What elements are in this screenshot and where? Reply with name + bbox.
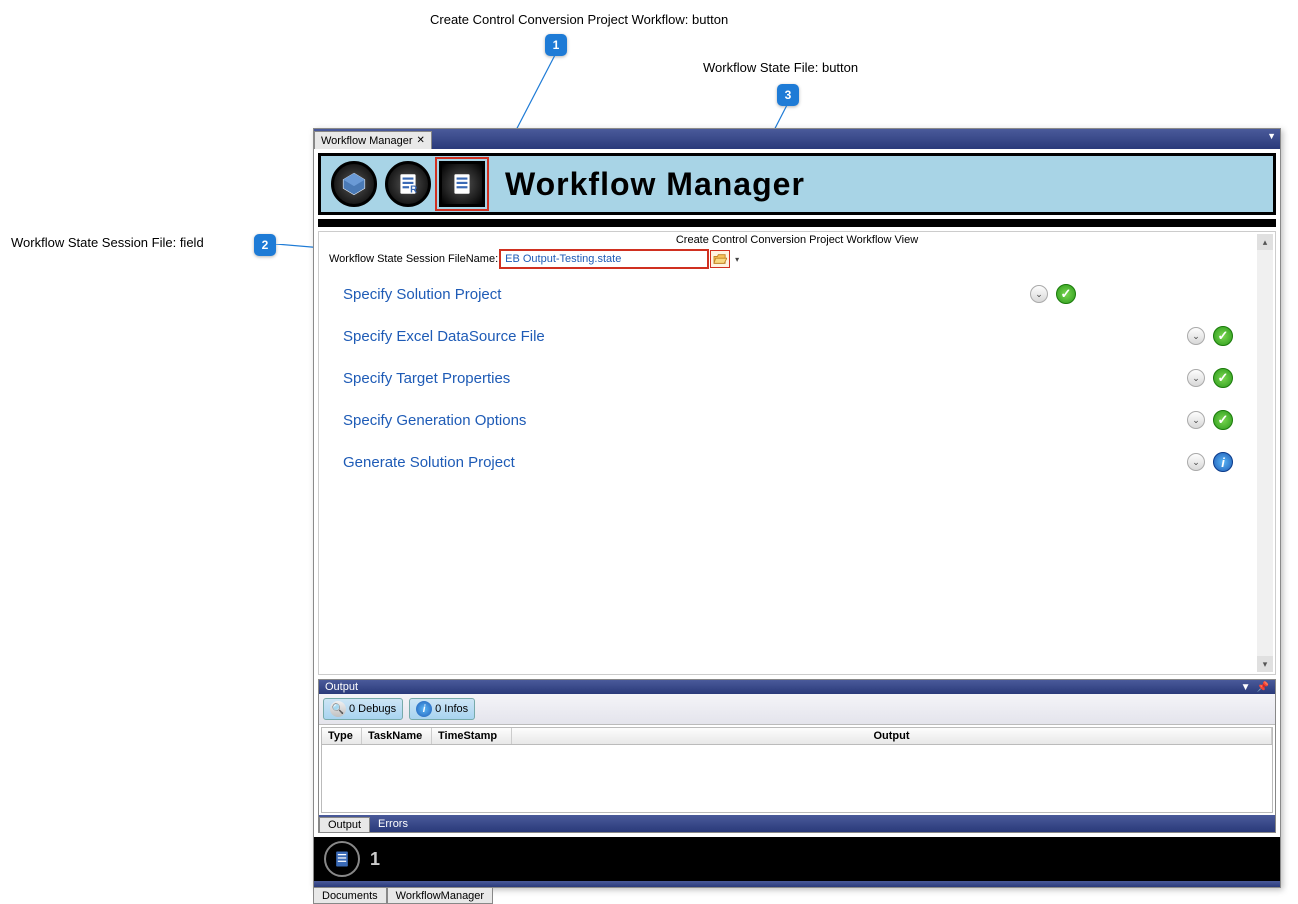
debug-icon: 🔍: [330, 701, 346, 717]
step-label[interactable]: Generate Solution Project: [343, 454, 515, 471]
chevron-down-icon[interactable]: ⌄: [1187, 369, 1205, 387]
callout-1-badge: 1: [545, 34, 567, 56]
pin-icon[interactable]: 📌: [1257, 682, 1269, 693]
tab-workflowmanager[interactable]: WorkflowManager: [387, 887, 493, 904]
tab-output[interactable]: Output: [319, 817, 370, 832]
tab-bar-dropdown-icon[interactable]: ▼: [1267, 131, 1276, 141]
output-panel-title-bar: Output ▼ 📌: [319, 680, 1275, 694]
chevron-down-icon[interactable]: ⌄: [1187, 411, 1205, 429]
step-specify-generation-options: Specify Generation Options ⌄ ✓: [343, 410, 1251, 430]
footer-bar: 1: [314, 837, 1280, 881]
col-output[interactable]: Output: [512, 728, 1272, 744]
svg-text:R: R: [410, 185, 417, 196]
step-specify-solution-project: Specify Solution Project ⌄ ✓: [343, 284, 1251, 304]
footer-document-button[interactable]: [324, 841, 360, 877]
table-header: Type TaskName TimeStamp Output: [322, 728, 1272, 745]
scroll-up-icon[interactable]: ▴: [1257, 234, 1273, 250]
col-timestamp[interactable]: TimeStamp: [432, 728, 512, 744]
chevron-down-icon[interactable]: ⌄: [1187, 453, 1205, 471]
close-icon[interactable]: ✕: [417, 135, 425, 146]
tab-documents[interactable]: Documents: [313, 887, 387, 904]
callout-2-badge: 2: [254, 234, 276, 256]
step-specify-excel-datasource: Specify Excel DataSource File ⌄ ✓: [343, 326, 1251, 346]
step-generate-solution-project: Generate Solution Project ⌄ i: [343, 452, 1251, 472]
check-icon: ✓: [1213, 410, 1233, 430]
output-table: Type TaskName TimeStamp Output: [321, 727, 1273, 813]
debugs-filter-button[interactable]: 🔍 0 Debugs: [323, 698, 403, 720]
workflow-state-file-input[interactable]: [500, 250, 708, 268]
step-label[interactable]: Specify Generation Options: [343, 412, 526, 429]
scrollbar[interactable]: ▴ ▾: [1257, 234, 1273, 672]
callout-3-label: Workflow State File: button: [703, 60, 858, 75]
output-toolbar: 🔍 0 Debugs i 0 Infos: [319, 694, 1275, 725]
infos-label: 0 Infos: [435, 703, 468, 715]
step-label[interactable]: Specify Excel DataSource File: [343, 328, 545, 345]
divider: [318, 219, 1276, 227]
footer-number: 1: [370, 849, 380, 870]
app-window: Workflow Manager ✕ ▼ R Workflow Manager …: [313, 128, 1281, 888]
chevron-down-icon[interactable]: ⌄: [1187, 327, 1205, 345]
step-label[interactable]: Specify Solution Project: [343, 286, 501, 303]
scroll-down-icon[interactable]: ▾: [1257, 656, 1273, 672]
banner-title: Workflow Manager: [505, 166, 805, 203]
file-row: Workflow State Session FileName: ▾: [319, 248, 1275, 270]
workflow-package-button[interactable]: [331, 161, 377, 207]
workflow-view: Create Control Conversion Project Workfl…: [318, 231, 1276, 675]
col-taskname[interactable]: TaskName: [362, 728, 432, 744]
callout-1-label: Create Control Conversion Project Workfl…: [430, 12, 728, 27]
check-icon: ✓: [1213, 368, 1233, 388]
step-specify-target-properties: Specify Target Properties ⌄ ✓: [343, 368, 1251, 388]
bottom-tabs: Documents WorkflowManager: [313, 887, 493, 904]
debugs-label: 0 Debugs: [349, 703, 396, 715]
tab-errors[interactable]: Errors: [370, 817, 416, 832]
output-bottom-tabs: Output Errors: [319, 815, 1275, 832]
file-dropdown-icon[interactable]: ▾: [732, 250, 742, 268]
workflow-report-button[interactable]: R: [385, 161, 431, 207]
info-icon: i: [416, 701, 432, 717]
banner: R Workflow Manager: [318, 153, 1276, 215]
info-icon: i: [1213, 452, 1233, 472]
tab-workflow-manager[interactable]: Workflow Manager ✕: [314, 131, 432, 149]
infos-filter-button[interactable]: i 0 Infos: [409, 698, 475, 720]
col-type[interactable]: Type: [322, 728, 362, 744]
step-label[interactable]: Specify Target Properties: [343, 370, 510, 387]
tab-label: Workflow Manager: [321, 135, 413, 147]
create-control-conversion-workflow-button[interactable]: [439, 161, 485, 207]
callout-3-badge: 3: [777, 84, 799, 106]
check-icon: ✓: [1213, 326, 1233, 346]
file-label: Workflow State Session FileName:: [329, 253, 498, 265]
document-tab-bar: Workflow Manager ✕ ▼: [314, 129, 1280, 149]
output-panel: Output ▼ 📌 🔍 0 Debugs i 0 Infos Type Tas…: [318, 679, 1276, 833]
workflow-steps: Specify Solution Project ⌄ ✓ Specify Exc…: [319, 270, 1275, 508]
panel-dropdown-icon[interactable]: ▼: [1241, 682, 1251, 693]
output-title-label: Output: [325, 681, 358, 693]
check-icon: ✓: [1056, 284, 1076, 304]
workflow-view-title: Create Control Conversion Project Workfl…: [319, 232, 1275, 248]
workflow-state-file-browse-button[interactable]: [710, 250, 730, 268]
chevron-down-icon[interactable]: ⌄: [1030, 285, 1048, 303]
callout-2-label: Workflow State Session File: field: [11, 235, 204, 250]
